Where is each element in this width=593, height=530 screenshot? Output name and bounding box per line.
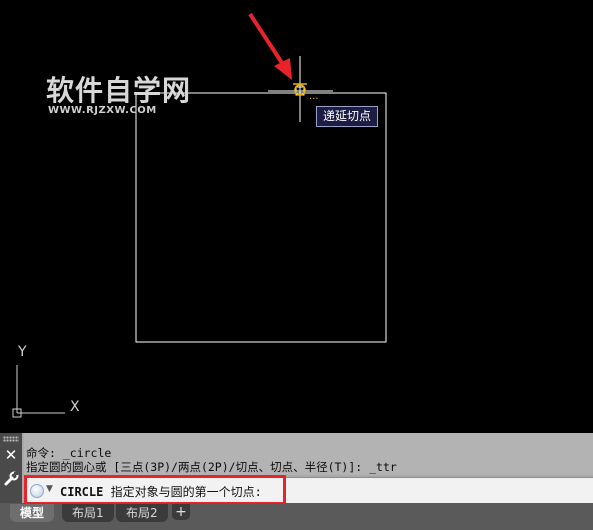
- snap-tooltip: 递延切点: [316, 106, 378, 127]
- annotation-arrow-icon: [248, 12, 292, 80]
- command-history-line: 指定圆的圆心或 [三点(3P)/两点(2P)/切点、切点、半径(T)]: _tt…: [26, 460, 397, 474]
- command-panel-grip[interactable]: ✕: [0, 433, 22, 503]
- svg-text:...: ...: [309, 91, 319, 102]
- wrench-icon[interactable]: [3, 471, 19, 487]
- add-tab-button[interactable]: +: [172, 504, 190, 520]
- ucs-y-label: Y: [18, 344, 27, 360]
- canvas-graphics: ...: [12, 12, 387, 418]
- command-history: 命令: _circle 指定圆的圆心或 [三点(3P)/两点(2P)/切点、切点…: [24, 433, 593, 475]
- layout-tab-bar: 模型 布局1 布局2 +: [0, 503, 593, 530]
- grip-handle-icon[interactable]: [3, 436, 19, 442]
- tab-model[interactable]: 模型: [10, 504, 55, 522]
- close-icon[interactable]: ✕: [3, 447, 19, 463]
- tab-layout2[interactable]: 布局2: [116, 504, 168, 522]
- watermark-url: WWW.RJZXW.COM: [48, 105, 157, 116]
- drawn-square[interactable]: [135, 92, 387, 343]
- tab-layout1[interactable]: 布局1: [62, 504, 114, 522]
- ucs-icon: [12, 365, 65, 418]
- drawing-canvas[interactable]: ... 软件自学网 WWW.RJZXW.COM 递延切点 Y X: [0, 0, 593, 433]
- watermark-title: 软件自学网: [46, 74, 192, 107]
- ucs-x-label: X: [70, 399, 80, 415]
- annotation-highlight-box: [24, 475, 286, 505]
